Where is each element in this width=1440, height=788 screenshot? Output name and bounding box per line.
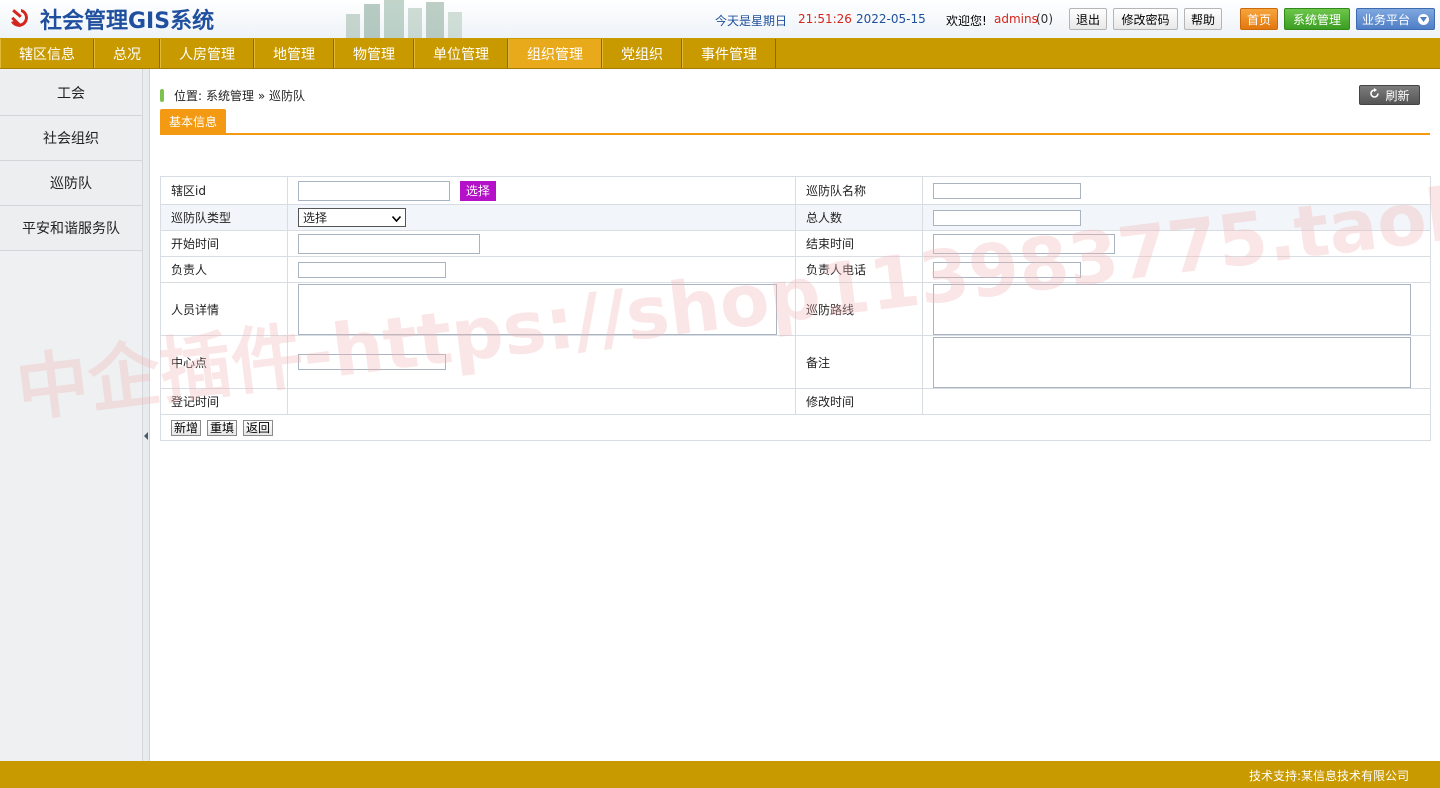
nav-item-party[interactable]: 党组织	[602, 39, 682, 68]
message-count[interactable]: (0)	[1036, 12, 1053, 26]
total-people-cell	[922, 204, 1431, 231]
end-time-label: 结束时间	[795, 230, 923, 257]
refresh-label: 刷新	[1385, 88, 1410, 103]
nav-item-overview[interactable]: 总况	[94, 39, 160, 68]
sidebar-item-social-org[interactable]: 社会组织	[0, 116, 142, 161]
district-id-input[interactable]	[298, 180, 450, 201]
start-time-label: 开始时间	[160, 230, 288, 257]
logout-button[interactable]: 退出	[1069, 8, 1107, 30]
refresh-icon	[1369, 88, 1380, 102]
app-header: 社会管理GIS系统 今天是星期日 21:51:26 2022-05-15 欢迎您…	[0, 0, 1440, 38]
add-button[interactable]: 新增	[171, 419, 202, 436]
sidebar-item-harmony-team[interactable]: 平安和谐服务队	[0, 206, 142, 251]
nav-item-land[interactable]: 地管理	[254, 39, 334, 68]
end-time-input[interactable]	[933, 233, 1115, 254]
member-details-textarea[interactable]	[298, 283, 777, 335]
breadcrumb: 位置: 系统管理 » 巡防队	[160, 87, 305, 103]
leader-cell	[287, 256, 796, 283]
remarks-cell	[922, 335, 1431, 389]
skyline-decoration	[346, 0, 462, 38]
app-logo: 社会管理GIS系统	[6, 5, 215, 34]
total-people-label: 总人数	[795, 204, 923, 231]
leader-input[interactable]	[298, 261, 446, 278]
chevron-down-icon	[391, 211, 402, 225]
select-district-button[interactable]: 选择	[459, 180, 496, 201]
district-id-label: 辖区id	[160, 176, 288, 205]
change-password-button[interactable]: 修改密码	[1113, 8, 1178, 30]
refresh-button[interactable]: 刷新	[1359, 85, 1420, 105]
nav-item-district-info[interactable]: 辖区信息	[0, 39, 94, 68]
leader-phone-cell	[922, 256, 1431, 283]
register-time-value	[287, 388, 796, 415]
app-title: 社会管理GIS系统	[40, 9, 215, 34]
remarks-label: 备注	[795, 335, 923, 389]
leader-phone-label: 负责人电话	[795, 256, 923, 283]
patrol-route-textarea[interactable]	[933, 283, 1411, 335]
leader-label: 负责人	[160, 256, 288, 283]
footer: 技术支持:某信息技术有限公司	[0, 761, 1440, 788]
tab-underline	[160, 133, 1430, 135]
party-emblem-icon	[6, 5, 34, 33]
business-platform-button[interactable]: 业务平台	[1356, 8, 1435, 30]
start-time-cell	[287, 230, 796, 257]
center-point-input[interactable]	[298, 354, 446, 370]
team-type-label: 巡防队类型	[160, 204, 288, 231]
breadcrumb-marker-icon	[160, 88, 164, 102]
main-nav: 辖区信息 总况 人房管理 地管理 物管理 单位管理 组织管理 党组织 事件管理	[0, 38, 1440, 69]
start-time-input[interactable]	[298, 233, 480, 254]
patrol-team-form: 辖区id 选择 巡防队名称 巡防队类型 选择 总人数 开始时间 结束时间 负责人…	[160, 176, 1431, 441]
nav-item-people-housing[interactable]: 人房管理	[160, 39, 254, 68]
sidebar-item-union[interactable]: 工会	[0, 71, 142, 116]
breadcrumb-prefix: 位置:	[174, 88, 203, 103]
nav-item-organization[interactable]: 组织管理	[508, 39, 602, 68]
end-time-cell	[922, 230, 1431, 257]
nav-item-events[interactable]: 事件管理	[682, 39, 776, 68]
home-button[interactable]: 首页	[1240, 8, 1278, 30]
username-link[interactable]: admins	[994, 12, 1038, 26]
clock-time: 21:51:26	[798, 12, 852, 26]
nav-item-unit[interactable]: 单位管理	[414, 39, 508, 68]
team-name-input[interactable]	[933, 182, 1081, 199]
welcome-text: 欢迎您!	[946, 14, 987, 28]
member-details-cell	[287, 282, 796, 336]
breadcrumb-path: 系统管理 » 巡防队	[206, 88, 306, 103]
sidebar-item-patrol-team[interactable]: 巡防队	[0, 161, 142, 206]
modify-time-value	[922, 388, 1431, 415]
modify-time-label: 修改时间	[795, 388, 923, 415]
triangle-left-icon	[144, 432, 148, 440]
nav-item-property[interactable]: 物管理	[334, 39, 414, 68]
remarks-textarea[interactable]	[933, 336, 1411, 388]
member-details-label: 人员详情	[160, 282, 288, 336]
back-button[interactable]: 返回	[243, 419, 274, 436]
help-button[interactable]: 帮助	[1184, 8, 1222, 30]
patrol-route-cell	[922, 282, 1431, 336]
team-name-label: 巡防队名称	[795, 176, 923, 205]
form-actions: 新增 重填 返回	[160, 414, 1431, 441]
leader-phone-input[interactable]	[933, 261, 1081, 278]
patrol-route-label: 巡防路线	[795, 282, 923, 336]
center-point-label: 中心点	[160, 335, 288, 389]
reset-button[interactable]: 重填	[207, 419, 238, 436]
sidebar-collapse-handle[interactable]	[143, 69, 150, 761]
team-type-selected: 选择	[303, 211, 328, 225]
weekday-text: 今天是星期日	[715, 14, 788, 28]
system-management-button[interactable]: 系统管理	[1284, 8, 1350, 30]
total-people-input[interactable]	[933, 209, 1081, 226]
team-name-cell	[922, 176, 1431, 205]
current-date: 2022-05-15	[856, 12, 926, 26]
tab-basic-info[interactable]: 基本信息	[160, 109, 226, 133]
chevron-down-icon	[1418, 14, 1429, 25]
register-time-label: 登记时间	[160, 388, 288, 415]
sidebar: 工会 社会组织 巡防队 平安和谐服务队	[0, 69, 143, 761]
district-id-cell: 选择	[287, 176, 796, 205]
business-platform-label: 业务平台	[1362, 12, 1411, 27]
footer-support-text: 技术支持:某信息技术有限公司	[1248, 769, 1409, 783]
team-type-cell: 选择	[287, 204, 796, 231]
center-point-cell	[287, 335, 796, 389]
team-type-select[interactable]: 选择	[298, 208, 406, 227]
